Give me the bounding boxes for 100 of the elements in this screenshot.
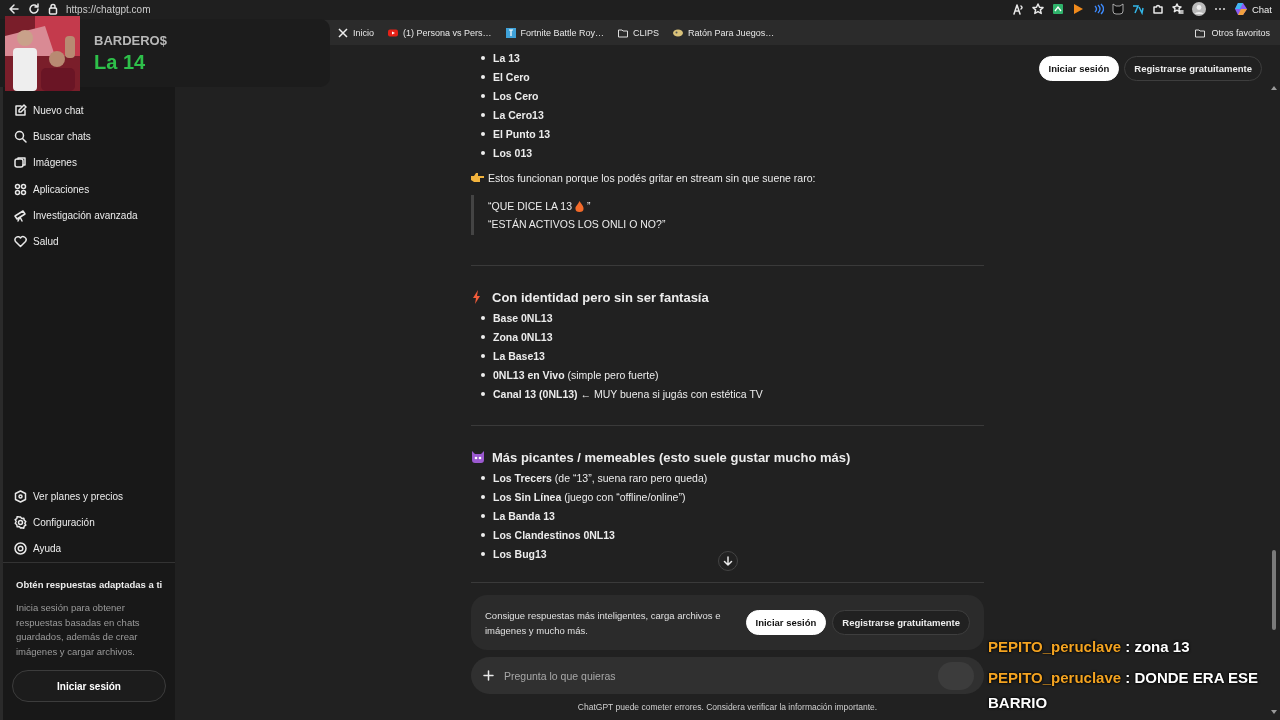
section-heading: Con identidad pero sin ser fantasía [492, 289, 709, 305]
sidebar-item[interactable]: Imágenes [3, 149, 175, 176]
quote-text: “ESTÁN ACTIVOS LOS ONLI O NO?” [488, 218, 666, 230]
scroll-down-button[interactable] [717, 551, 738, 571]
bullet-icon [481, 551, 485, 556]
disclaimer: ChatGPT puede cometer errores. Considera verificar la información importante. [576, 701, 879, 714]
edit-icon [14, 103, 27, 117]
list-item: Los Clandestinos 0NL13 [493, 528, 615, 541]
bullet-icon [481, 391, 485, 396]
flame-icon [575, 200, 585, 212]
sidebar-item[interactable]: Salud [3, 228, 175, 255]
list-item: Canal 13 (0NL13) ← MUY buena si jugás con estética TV [493, 387, 763, 400]
list-item: Los Sin Línea (juego con “offline/online”) [493, 490, 686, 503]
signup-button[interactable]: Registrarse gratuitamente [832, 610, 970, 635]
sidebar-item[interactable]: Ayuda [3, 535, 175, 562]
sidebar-item[interactable]: Aplicaciones [3, 175, 175, 203]
bullet-icon [481, 475, 485, 480]
avatar-icon[interactable] [1191, 2, 1206, 16]
bookmark[interactable]: Ratón Para Juegos… [673, 27, 775, 38]
bullet-icon [481, 315, 485, 320]
bullet-icon [481, 353, 485, 358]
back-icon[interactable] [8, 3, 20, 15]
favorites-icon[interactable] [1171, 3, 1184, 15]
sidebar-item[interactable]: Investigación avanzada [3, 202, 175, 229]
extension-icon[interactable] [1051, 3, 1064, 15]
list-item: 0NL13 en Vivo (simple pero fuerte) [493, 368, 659, 381]
login-button[interactable]: Iniciar sesión [12, 670, 166, 702]
list-item: La 13 [493, 51, 520, 64]
sidebar-item[interactable]: Buscar chats [3, 123, 175, 150]
list-item: El Punto 13 [493, 127, 551, 140]
section-heading: Más picantes / memeables (esto suele gustar mucho más) [492, 449, 851, 465]
list-item: Los Trecers (de “13”, suena raro pero queda) [493, 471, 708, 484]
arrow-down-icon [722, 556, 733, 566]
login-button[interactable]: Iniciar sesión [1038, 56, 1120, 81]
bookmark[interactable]: Inicio [338, 27, 374, 38]
bullet-icon [481, 334, 485, 339]
bullet-icon [481, 372, 485, 377]
bookmark-folder[interactable]: Otros favoritos [1195, 27, 1270, 38]
bullet-icon [481, 131, 485, 136]
copilot-label[interactable]: Chat [1251, 3, 1272, 15]
bullet-icon [481, 532, 485, 537]
game-icon [505, 27, 516, 38]
mouse-icon [673, 27, 684, 38]
sidebar-item[interactable]: Configuración [3, 509, 175, 536]
settings-icon [14, 516, 27, 530]
list-item: Zona 0NL13 [493, 330, 553, 343]
sidebar-item[interactable]: Ver planes y precios [3, 483, 175, 510]
images-icon [14, 156, 27, 170]
bullet-icon [481, 93, 485, 98]
list-item: El Cero [493, 70, 530, 83]
sidebar-item[interactable]: Nuevo chat [3, 97, 175, 124]
list-item: La Base13 [493, 349, 545, 362]
bookmark[interactable]: (1) Persona vs Pers… [388, 27, 492, 38]
chat-message: PEPITO_peruclave : DONDE ERA ESE BARRIO [988, 668, 1260, 713]
list-item: La Banda 13 [493, 509, 555, 522]
help-icon [14, 542, 27, 556]
promo-text: Inicia sesión para obtener respuestas basadas en chats guardados, además de crear imágenes y cargar archivos. [16, 601, 141, 659]
bullet-icon [481, 55, 485, 60]
read-aloud-icon[interactable] [1011, 3, 1024, 15]
lock-icon [48, 3, 58, 15]
telescope-icon [14, 208, 27, 222]
signup-button[interactable]: Registrarse gratuitamente [1124, 56, 1262, 81]
composer-bar[interactable]: Pregunta lo que quieras [471, 657, 984, 694]
bullet-icon [481, 150, 485, 155]
chat-message: PEPITO_peruclave : zona 13 [988, 637, 1191, 657]
apps-icon [14, 182, 27, 196]
play-icon[interactable] [1071, 3, 1084, 15]
list-item: Los Cero [493, 89, 539, 102]
pointing-hand-icon [471, 172, 484, 183]
search-icon [14, 129, 27, 143]
banner-text: Consigue respuestas más inteligentes, carga archivos e imágenes y mucho más. [485, 608, 722, 638]
list-item: Los 013 [493, 146, 533, 159]
bullet-icon [481, 513, 485, 518]
prompt-field[interactable]: Pregunta lo que quieras [504, 669, 928, 682]
login-button[interactable]: Iniciar sesión [745, 610, 827, 635]
cat-icon[interactable] [1111, 3, 1124, 15]
copilot-icon[interactable] [1233, 2, 1248, 16]
plans-icon [14, 489, 27, 503]
list-item: Base 0NL13 [493, 311, 553, 324]
plus-icon[interactable] [483, 670, 494, 681]
devil-icon [471, 450, 485, 464]
bullet-icon [481, 112, 485, 117]
address-field[interactable]: https://chatgpt.com [66, 3, 151, 15]
refresh-icon[interactable] [28, 3, 40, 15]
folder-icon [1195, 27, 1207, 38]
quote-mark: ” [587, 200, 591, 212]
bullet-icon [481, 494, 485, 499]
translate-icon[interactable] [1131, 3, 1144, 15]
folder-icon [618, 27, 629, 38]
x-logo-icon [338, 27, 348, 38]
video-icon [388, 27, 398, 38]
star-icon[interactable] [1031, 3, 1044, 15]
bullet-icon [481, 74, 485, 79]
bookmark[interactable]: CLIPS [618, 27, 660, 38]
paragraph: Estos funcionan porque los podés gritar en stream sin que suene raro: [488, 171, 816, 184]
stream-title: La 14 [94, 50, 147, 74]
quote-text: “QUE DICE LA 13 [488, 200, 573, 212]
bookmark[interactable]: Fortnite Battle Roy… [505, 27, 605, 38]
list-item: La Cero13 [493, 108, 544, 121]
list-item: Los Bug13 [493, 547, 547, 560]
